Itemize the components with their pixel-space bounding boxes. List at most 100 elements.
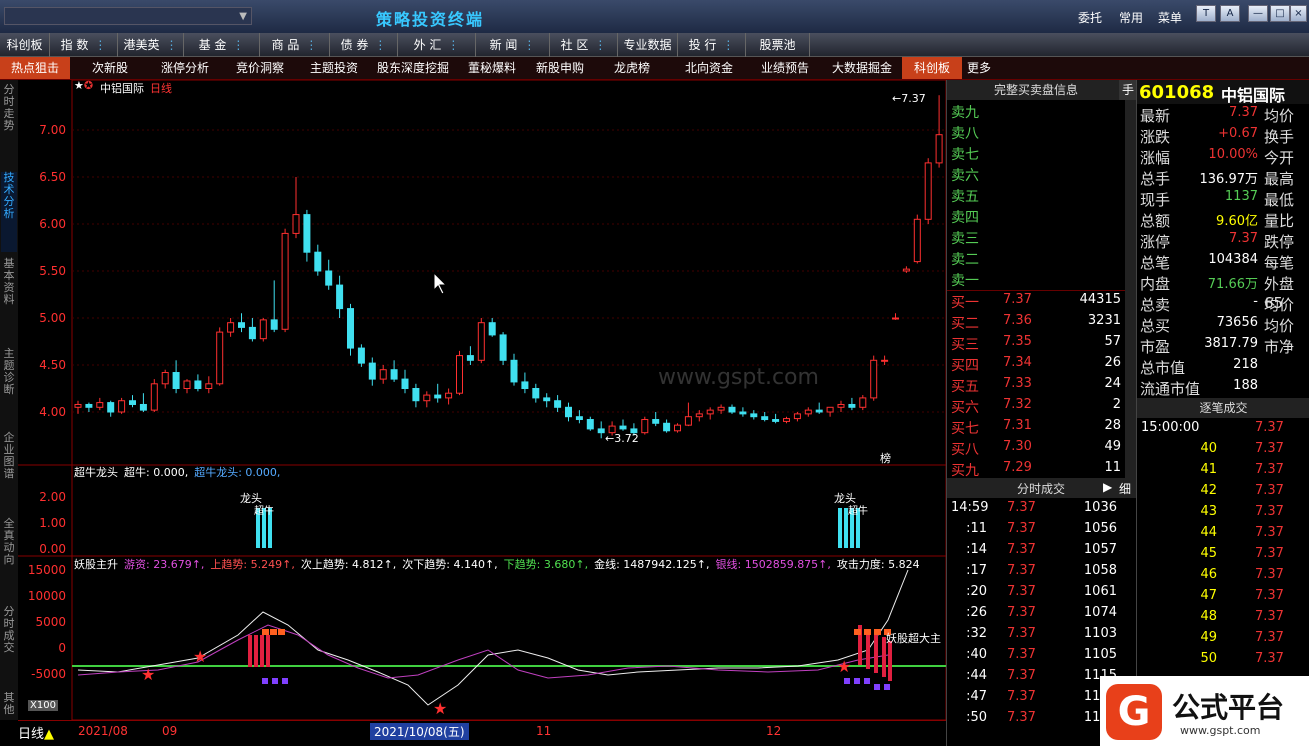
- sidebar-tab-0[interactable]: 分时走势: [1, 84, 17, 164]
- ask-row[interactable]: 卖三: [951, 228, 1121, 249]
- t-icon[interactable]: T: [1196, 5, 1216, 22]
- sidebar-tab-1[interactable]: 技术分析: [1, 172, 17, 252]
- candle-body: [565, 406, 572, 418]
- menu-4[interactable]: 商 品 ⋮: [260, 33, 330, 57]
- dots-icon[interactable]: ⋮: [523, 38, 535, 52]
- bid-row[interactable]: 买四 7.34 26: [951, 355, 1121, 376]
- sidebar-tab-6[interactable]: 分时成交: [1, 606, 17, 686]
- feature-tab-8[interactable]: 龙虎榜: [594, 57, 670, 79]
- minimize-icon[interactable]: —: [1248, 5, 1268, 22]
- feature-tab-2[interactable]: 涨停分析: [150, 57, 220, 79]
- panel2-value: 超牛龙头: 0.000,: [194, 466, 281, 479]
- feature-tab-10[interactable]: 业绩预告: [748, 57, 822, 79]
- detail-button[interactable]: 细: [1119, 480, 1131, 497]
- bid-row[interactable]: 买六 7.32 2: [951, 397, 1121, 418]
- menu-2[interactable]: 港美英 ⋮: [118, 33, 184, 57]
- ask-row[interactable]: 卖九: [951, 102, 1121, 123]
- menu-7[interactable]: 新 闻 ⋮: [476, 33, 550, 57]
- demon-stock-label: 妖股超大主: [886, 632, 941, 645]
- sidebar-tab-4[interactable]: 企业图谱: [1, 432, 17, 512]
- price-tick: 5.50: [39, 264, 66, 278]
- info-label: 总额: [1140, 212, 1171, 230]
- candle-body: [804, 409, 812, 415]
- feature-tab-6[interactable]: 董秘爆料: [458, 57, 526, 79]
- sidebar-tab-3[interactable]: 主题诊断: [1, 348, 17, 428]
- dots-icon[interactable]: ⋮: [166, 38, 178, 52]
- ask-row[interactable]: 卖五: [951, 186, 1121, 207]
- attack-mark: [854, 629, 861, 635]
- info-label: 最新: [1140, 107, 1171, 125]
- candle-body: [466, 355, 474, 361]
- hand-toggle[interactable]: 手: [1119, 80, 1137, 100]
- dots-icon[interactable]: ⋮: [722, 38, 734, 52]
- feature-tab-13[interactable]: 更多: [962, 57, 996, 79]
- a-icon[interactable]: A: [1220, 5, 1240, 22]
- feature-tab-3[interactable]: 竞价洞察: [220, 57, 300, 79]
- stock-search-combo[interactable]: ▼: [4, 7, 252, 25]
- candle-body: [619, 425, 627, 430]
- info-label-2: 均价: [1264, 296, 1295, 314]
- info-label: 总笔: [1140, 254, 1171, 272]
- scale-x100[interactable]: X100: [28, 700, 58, 711]
- dots-icon[interactable]: ⋮: [232, 38, 244, 52]
- sidebar-tab-5[interactable]: 全真动向: [1, 518, 17, 598]
- menu-1[interactable]: 指 数 ⋮: [50, 33, 118, 57]
- feature-tab-4[interactable]: 主题投资: [300, 57, 368, 79]
- bid-row[interactable]: 买一 7.37 44315: [951, 292, 1121, 313]
- candle-body: [761, 416, 769, 421]
- volume-mark: [272, 678, 278, 684]
- feature-tab-11[interactable]: 大数据掘金: [822, 57, 902, 79]
- main-menu[interactable]: 菜单: [1158, 9, 1182, 26]
- sidebar-tab-7[interactable]: 其他: [1, 692, 17, 718]
- menu-10[interactable]: 投 行 ⋮: [678, 33, 746, 57]
- feature-tab-9[interactable]: 北向资金: [670, 57, 748, 79]
- dots-icon[interactable]: ⋮: [94, 38, 106, 52]
- trade-volume: 44: [1200, 525, 1217, 540]
- ask-row[interactable]: 卖八: [951, 123, 1121, 144]
- tick-row: :14 7.37 1057: [947, 542, 1127, 563]
- menu-9[interactable]: 专业数据: [618, 33, 678, 57]
- menu-5[interactable]: 债 券 ⋮: [330, 33, 398, 57]
- chevron-down-icon[interactable]: ▼: [239, 11, 247, 22]
- tick-time: :11: [966, 521, 987, 536]
- maximize-icon[interactable]: □: [1270, 5, 1290, 22]
- feature-tab-0[interactable]: 热点狙击: [0, 57, 70, 79]
- feature-tab-12[interactable]: 科创板: [902, 57, 962, 79]
- common-menu[interactable]: 常用: [1119, 9, 1143, 26]
- trade-menu[interactable]: 委托: [1078, 9, 1102, 26]
- kline-chart[interactable]: 7.00 6.50 6.00 5.50 5.00 4.50 4.00 2.00 1.00 0.00…: [18, 79, 954, 721]
- candle-body: [390, 369, 398, 380]
- menu-0[interactable]: 科创板: [0, 33, 50, 57]
- ask-row[interactable]: 卖六: [951, 165, 1121, 186]
- ask-row[interactable]: 卖七: [951, 144, 1121, 165]
- bid-row[interactable]: 买二 7.36 3231: [951, 313, 1121, 334]
- bid-row[interactable]: 买三 7.35 57: [951, 334, 1121, 355]
- menu-label: 股票池: [759, 38, 796, 52]
- date-axis: 日线▲ 2021/08 09 2021/10/08(五) 11 12: [18, 720, 946, 746]
- ask-row[interactable]: 卖一: [951, 270, 1121, 291]
- sidebar-tab-2[interactable]: 基本资料: [1, 258, 17, 338]
- candle-body: [783, 418, 790, 422]
- menu-11[interactable]: 股票池: [746, 33, 810, 57]
- dots-icon[interactable]: ⋮: [594, 38, 606, 52]
- feature-tab-1[interactable]: 次新股: [70, 57, 150, 79]
- bid-row[interactable]: 买五 7.33 24: [951, 376, 1121, 397]
- feature-tab-5[interactable]: 股东深度挖掘: [368, 57, 458, 79]
- candle-body: [423, 394, 431, 402]
- dots-icon[interactable]: ⋮: [305, 38, 317, 52]
- ask-row[interactable]: 卖二: [951, 249, 1121, 270]
- logo-icon: G: [1106, 684, 1162, 740]
- menu-8[interactable]: 社 区 ⋮: [550, 33, 618, 57]
- play-icon[interactable]: ▶: [1103, 480, 1112, 494]
- menu-3[interactable]: 基 金 ⋮: [184, 33, 260, 57]
- menu-6[interactable]: 外 汇 ⋮: [398, 33, 476, 57]
- dots-icon[interactable]: ⋮: [447, 38, 459, 52]
- feature-tab-7[interactable]: 新股申购: [526, 57, 594, 79]
- close-icon[interactable]: ×: [1290, 5, 1307, 22]
- bid-row[interactable]: 买七 7.31 28: [951, 418, 1121, 439]
- ask-row[interactable]: 卖四: [951, 207, 1121, 228]
- bid-row[interactable]: 买八 7.30 49: [951, 439, 1121, 460]
- tick-row: :17 7.37 1058: [947, 563, 1127, 584]
- dots-icon[interactable]: ⋮: [374, 38, 386, 52]
- period-selector[interactable]: 日线▲: [18, 723, 54, 742]
